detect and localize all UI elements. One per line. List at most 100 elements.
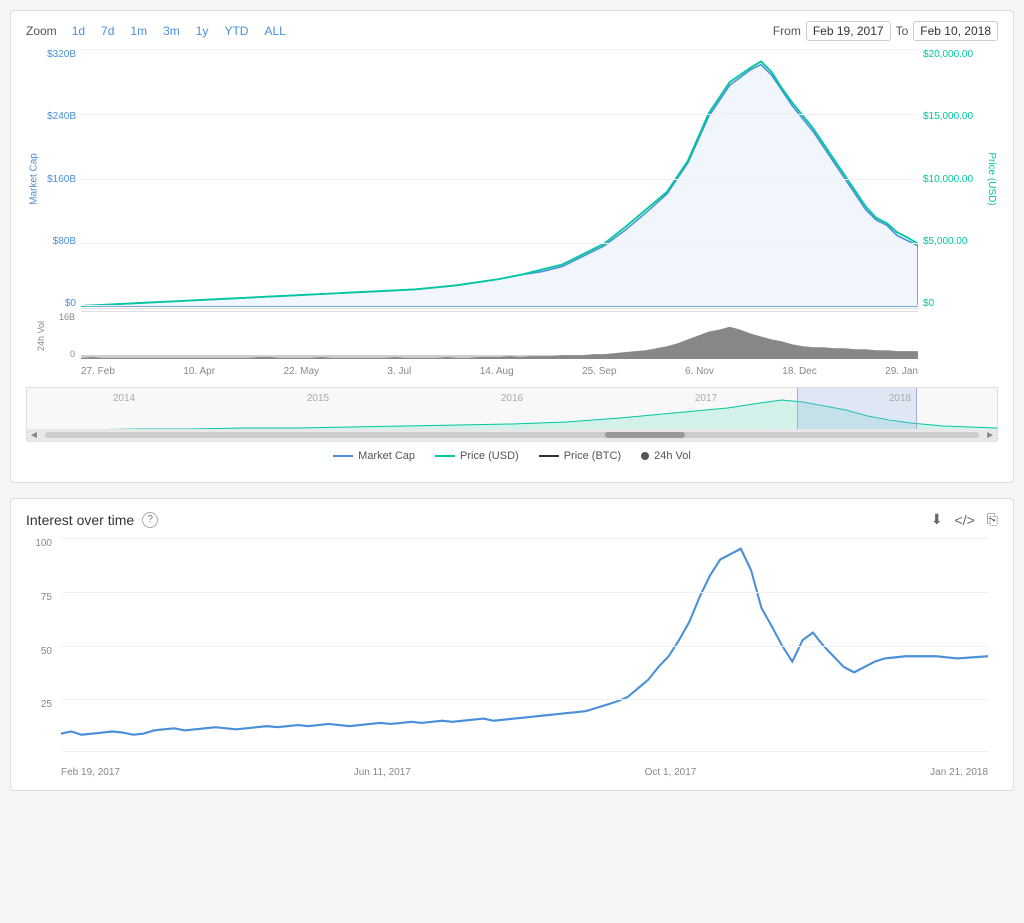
y-left-tick-2: $160B xyxy=(47,174,76,185)
trends-header: Interest over time ? ⬇ </> ⎘ xyxy=(26,511,998,528)
trends-help-btn[interactable]: ? xyxy=(142,512,158,528)
y-axis-right: $20,000.00 $15,000.00 $10,000.00 $5,000.… xyxy=(918,49,998,309)
legend-price-usd-label: Price (USD) xyxy=(460,450,519,462)
trends-x-axis: Feb 19, 2017 Jun 11, 2017 Oct 1, 2017 Ja… xyxy=(61,758,988,778)
trends-x-jun2017: Jun 11, 2017 xyxy=(354,767,411,778)
trends-plot xyxy=(61,538,988,753)
y-right-tick-1: $15,000.00 xyxy=(923,111,973,122)
trends-container: Interest over time ? ⬇ </> ⎘ 100 75 50 2… xyxy=(10,498,1014,791)
legend-24h-vol-label: 24h Vol xyxy=(654,450,691,462)
trends-embed-btn[interactable]: </> xyxy=(955,512,975,528)
trends-grid-3 xyxy=(61,699,988,700)
trends-x-feb2017: Feb 19, 2017 xyxy=(61,767,120,778)
y-left-tick-0: $320B xyxy=(47,49,76,60)
legend-price-btc: Price (BTC) xyxy=(539,450,621,462)
volume-svg xyxy=(81,312,918,359)
trends-grid-4 xyxy=(61,751,988,752)
x-tick-4: 14. Aug xyxy=(480,366,514,377)
zoom-3m[interactable]: 3m xyxy=(156,22,187,40)
trends-help-label: ? xyxy=(147,514,153,525)
legend-price-usd: Price (USD) xyxy=(435,450,519,462)
grid-line-2 xyxy=(81,179,918,180)
nav-scroll-thumb[interactable] xyxy=(605,432,685,438)
x-tick-5: 25. Sep xyxy=(582,366,616,377)
grid-line-4 xyxy=(81,305,918,306)
date-range: From Feb 19, 2017 To Feb 10, 2018 xyxy=(773,21,998,41)
zoom-7d[interactable]: 7d xyxy=(94,22,121,40)
trends-title-group: Interest over time ? xyxy=(26,512,158,528)
legend-24h-vol: 24h Vol xyxy=(641,450,691,462)
y-axis-left: Market Cap $320B $240B $160B $80B $0 xyxy=(26,49,81,309)
main-plot xyxy=(81,49,918,309)
legend-market-cap-label: Market Cap xyxy=(358,450,415,462)
vol-label: 24h Vol xyxy=(36,320,46,350)
trends-actions: ⬇ </> ⎘ xyxy=(931,511,998,528)
nav-scrollbar[interactable]: ◄ ► xyxy=(27,429,997,441)
trends-grid-1 xyxy=(61,592,988,593)
zoom-all[interactable]: ALL xyxy=(257,22,292,40)
y-right-tick-2: $10,000.00 xyxy=(923,174,973,185)
trends-y-axis: 100 75 50 25 xyxy=(26,538,56,753)
grid-line-1 xyxy=(81,114,918,115)
trends-x-jan2018: Jan 21, 2018 xyxy=(930,767,988,778)
trends-grid-0 xyxy=(61,538,988,539)
legend-market-cap-line xyxy=(333,455,353,457)
x-tick-6: 6. Nov xyxy=(685,366,714,377)
x-tick-2: 22. May xyxy=(283,366,319,377)
vol-area-fill xyxy=(81,327,918,359)
y-left-tick-4: $0 xyxy=(65,298,76,309)
legend-24h-vol-dot xyxy=(641,452,649,460)
y-right-tick-3: $5,000.00 xyxy=(923,236,968,247)
price-chart-container: Zoom 1d 7d 1m 3m 1y YTD ALL From Feb 19,… xyxy=(10,10,1014,483)
to-date[interactable]: Feb 10, 2018 xyxy=(913,21,998,41)
trends-x-oct2017: Oct 1, 2017 xyxy=(645,767,697,778)
trends-y-50: 50 xyxy=(41,646,52,657)
y-right-label: Price (USD) xyxy=(986,152,997,205)
x-tick-1: 10. Apr xyxy=(183,366,215,377)
volume-area: 16B 0 24h Vol xyxy=(81,311,918,359)
y-left-label: Market Cap xyxy=(28,153,39,205)
trends-chart: 100 75 50 25 Feb 19, 2017 Jun 11, 2017 O… xyxy=(61,538,988,778)
y-left-tick-3: $80B xyxy=(53,236,76,247)
trends-share-btn[interactable]: ⎘ xyxy=(987,511,998,528)
grid-line-3 xyxy=(81,243,918,244)
legend-market-cap: Market Cap xyxy=(333,450,415,462)
navigator[interactable]: 2014 2015 2016 2017 2018 ◄ ► xyxy=(26,387,998,442)
nav-scroll-left[interactable]: ◄ xyxy=(27,430,41,441)
x-tick-7: 18. Dec xyxy=(782,366,816,377)
y-right-tick-0: $20,000.00 xyxy=(923,49,973,60)
grid-line-0 xyxy=(81,49,918,50)
x-tick-0: 27. Feb xyxy=(81,366,115,377)
trends-line xyxy=(61,549,988,735)
x-axis: 27. Feb 10. Apr 22. May 3. Jul 14. Aug 2… xyxy=(81,366,918,377)
chart-area: Market Cap $320B $240B $160B $80B $0 $20… xyxy=(26,49,998,359)
vol-y-tick-bottom: 0 xyxy=(70,349,75,359)
zoom-label: Zoom xyxy=(26,24,57,38)
zoom-ytd[interactable]: YTD xyxy=(217,22,255,40)
trends-y-75: 75 xyxy=(41,592,52,603)
chart-legend: Market Cap Price (USD) Price (BTC) 24h V… xyxy=(26,450,998,462)
y-left-tick-1: $240B xyxy=(47,111,76,122)
legend-price-btc-line xyxy=(539,455,559,457)
vol-y-tick-top: 16B xyxy=(59,312,75,322)
trends-y-25: 25 xyxy=(41,699,52,710)
x-tick-3: 3. Jul xyxy=(387,366,411,377)
trends-grid-2 xyxy=(61,646,988,647)
zoom-1d[interactable]: 1d xyxy=(65,22,92,40)
trends-download-btn[interactable]: ⬇ xyxy=(931,511,943,528)
legend-price-usd-line xyxy=(435,455,455,457)
nav-scroll-track[interactable] xyxy=(45,432,979,438)
market-cap-area xyxy=(81,65,918,306)
y-right-tick-4: $0 xyxy=(923,298,934,309)
x-tick-8: 29. Jan xyxy=(885,366,918,377)
nav-scroll-right[interactable]: ► xyxy=(983,430,997,441)
from-date[interactable]: Feb 19, 2017 xyxy=(806,21,891,41)
chart-toolbar: Zoom 1d 7d 1m 3m 1y YTD ALL From Feb 19,… xyxy=(26,21,998,41)
legend-price-btc-label: Price (BTC) xyxy=(564,450,621,462)
zoom-1m[interactable]: 1m xyxy=(123,22,154,40)
from-label: From xyxy=(773,24,801,38)
zoom-1y[interactable]: 1y xyxy=(189,22,216,40)
to-label: To xyxy=(896,24,909,38)
trends-y-100: 100 xyxy=(35,538,52,549)
trends-title: Interest over time xyxy=(26,512,134,528)
